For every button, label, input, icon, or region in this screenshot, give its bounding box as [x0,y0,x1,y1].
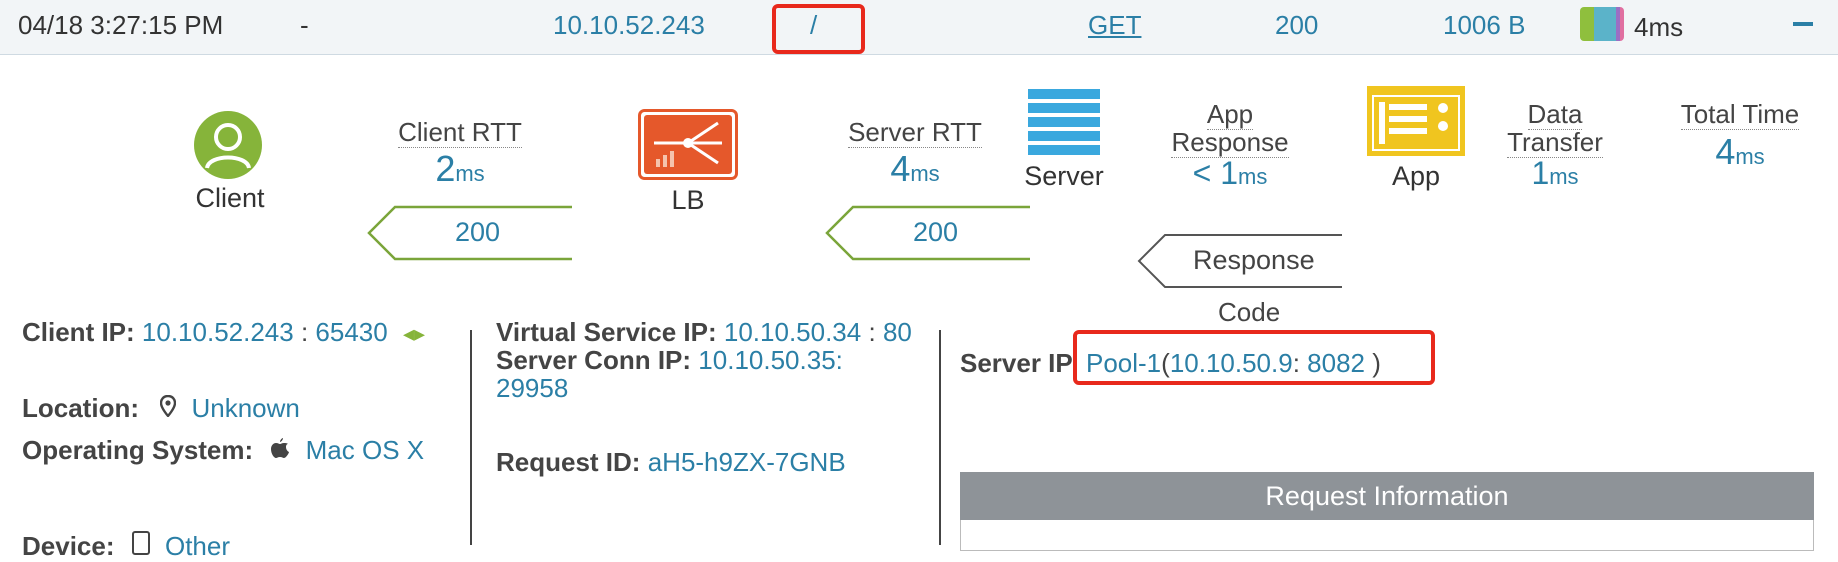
app-label: App [1391,161,1441,191]
device-value[interactable]: Other [165,531,230,561]
lb-label: LB [671,185,705,215]
request-id-value[interactable]: aH5-h9ZX-7GNB [648,447,846,477]
server-rtt-value: 4ms [890,148,940,189]
server-conn-ip-value[interactable]: 10.10.50.35: [698,345,843,375]
virtual-service-ip-row: Virtual Service IP: 10.10.50.34 : 80 [496,317,912,347]
response-code-legend-line2: Code [1218,297,1281,327]
client-rtt-value: 2ms [435,148,485,189]
log-size: 1006 B [1443,10,1526,40]
response-code-legend-line1: Response [1193,245,1315,275]
app-icon [1367,86,1465,161]
total-time-title: Total Time [1680,99,1800,130]
connection-arrows-icon: ◂▸ [402,321,426,346]
client-rtt-title: Client RTT [398,117,522,148]
log-status[interactable]: 200 [1275,10,1318,41]
client-response-code: 200 [455,217,501,247]
log-detail-panel: Client Client RTT 2ms LB Server RTT 4ms [0,55,1838,561]
virtual-service-port-value[interactable]: 80 [883,317,912,347]
collapse-icon[interactable] [1793,22,1813,26]
location-value[interactable]: Unknown [191,393,299,423]
request-id-row: Request ID: aH5-h9ZX-7GNB [496,447,846,477]
os-value[interactable]: Mac OS X [306,435,424,465]
location-row: Location: Unknown [22,393,300,424]
server-label: Server [1024,161,1104,191]
column-divider [470,330,472,545]
request-information-header[interactable]: Request Information [960,472,1814,520]
client-icon [193,110,263,185]
log-end-user: - [300,10,309,40]
client-ip-value[interactable]: 10.10.52.243 [142,317,294,347]
request-information-body [960,520,1814,551]
os-row: Operating System: Mac OS X [22,435,425,466]
total-time-value: 4ms [1715,131,1765,172]
client-label: Client [195,183,265,213]
server-ip-highlight [1073,330,1435,385]
server-conn-ip-row: Server Conn IP: 10.10.50.35: [496,345,843,375]
app-response-title: App Response [1171,99,1289,158]
uri-highlight [772,4,865,54]
app-response-value: < 1ms [1192,155,1268,191]
log-timestamp: 04/18 3:27:15 PM [18,10,224,40]
device-icon [131,531,150,555]
client-response-code-tag: 200 [367,205,572,261]
apple-icon [270,435,290,466]
latency-bar [1580,7,1624,41]
server-icon [1028,87,1100,160]
server-conn-port-value[interactable]: 29958 [496,373,568,403]
client-ip-row: Client IP: 10.10.52.243 : 65430 ◂▸ [22,317,426,347]
client-port-value[interactable]: 65430 [315,317,387,347]
log-row[interactable]: 04/18 3:27:15 PM - 10.10.52.243 / GET 20… [0,0,1838,55]
server-response-code: 200 [913,217,959,247]
data-transfer-title: Data Transfer [1507,99,1603,158]
response-code-legend-tag: Response [1137,233,1342,289]
load-balancer-icon [638,109,738,186]
device-row: Device: Other [22,531,230,561]
server-rtt-title: Server RTT [848,117,982,148]
log-duration: 4ms [1634,12,1684,42]
location-pin-icon [160,393,177,424]
log-method[interactable]: GET [1088,10,1141,41]
server-conn-port-row: 29958 [496,373,568,404]
log-client-ip[interactable]: 10.10.52.243 [553,10,705,41]
server-response-code-tag: 200 [825,205,1030,261]
column-divider [939,330,941,545]
data-transfer-value: 1ms [1531,155,1579,191]
virtual-service-ip-value[interactable]: 10.10.50.34 [724,317,861,347]
